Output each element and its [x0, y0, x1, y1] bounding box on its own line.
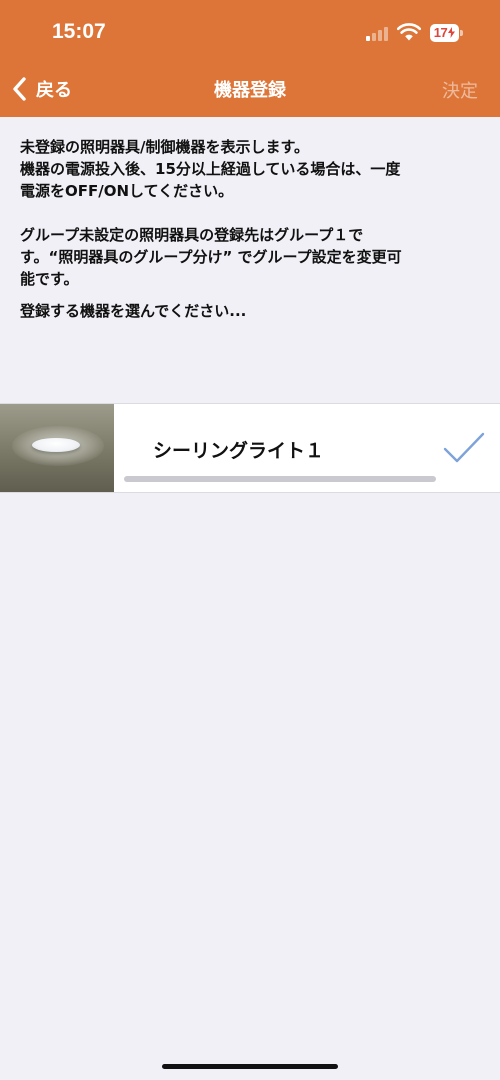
signal-bar: [384, 27, 388, 41]
instruction-text: 登録する機器を選んでください...: [20, 302, 247, 320]
description-line: 電源をOFF/ONしてください。: [20, 182, 234, 200]
ceiling-light-image: [32, 438, 80, 452]
description-line: す。“照明器具のグループ分け” でグループ設定を変更可: [20, 248, 402, 266]
description-line: 機器の電源投入後、15分以上経過している場合は、一度: [20, 160, 401, 178]
battery-icon: 17: [430, 24, 464, 42]
battery-cap: [460, 30, 463, 36]
wifi-icon: [397, 23, 421, 41]
device-list-item[interactable]: シーリングライト１: [0, 403, 500, 493]
description-line: 能です。: [20, 270, 79, 288]
signal-bar: [372, 33, 376, 41]
checkmark-icon: [443, 432, 485, 463]
progress-fill: [124, 476, 436, 482]
charging-bolt-icon: [448, 27, 456, 38]
description-line: グループ未設定の照明器具の登録先はグループ１で: [20, 226, 364, 244]
description-text: 未登録の照明器具/制御機器を表示します。 機器の電源投入後、15分以上経過してい…: [20, 136, 480, 322]
signal-bar: [378, 30, 382, 41]
battery-level: 17: [430, 24, 459, 42]
description-line: 未登録の照明器具/制御機器を表示します。: [20, 138, 309, 156]
ceiling-light-thumbnail: [0, 404, 114, 492]
app-header: 15:07 17 戻る 機器登録 決定: [0, 0, 500, 117]
signal-bar: [366, 36, 370, 41]
registration-progress-bar: [124, 476, 436, 482]
done-button[interactable]: 決定: [442, 77, 478, 103]
cellular-signal-icon: [366, 27, 388, 41]
battery-percent: 17: [433, 25, 448, 40]
device-name: シーリングライト１: [153, 440, 325, 462]
navigation-bar: 戻る 機器登録 決定: [0, 60, 500, 117]
page-title: 機器登録: [214, 80, 286, 101]
status-bar: 15:07 17: [0, 0, 500, 60]
home-indicator: [162, 1064, 338, 1069]
status-time: 15:07: [52, 20, 106, 43]
